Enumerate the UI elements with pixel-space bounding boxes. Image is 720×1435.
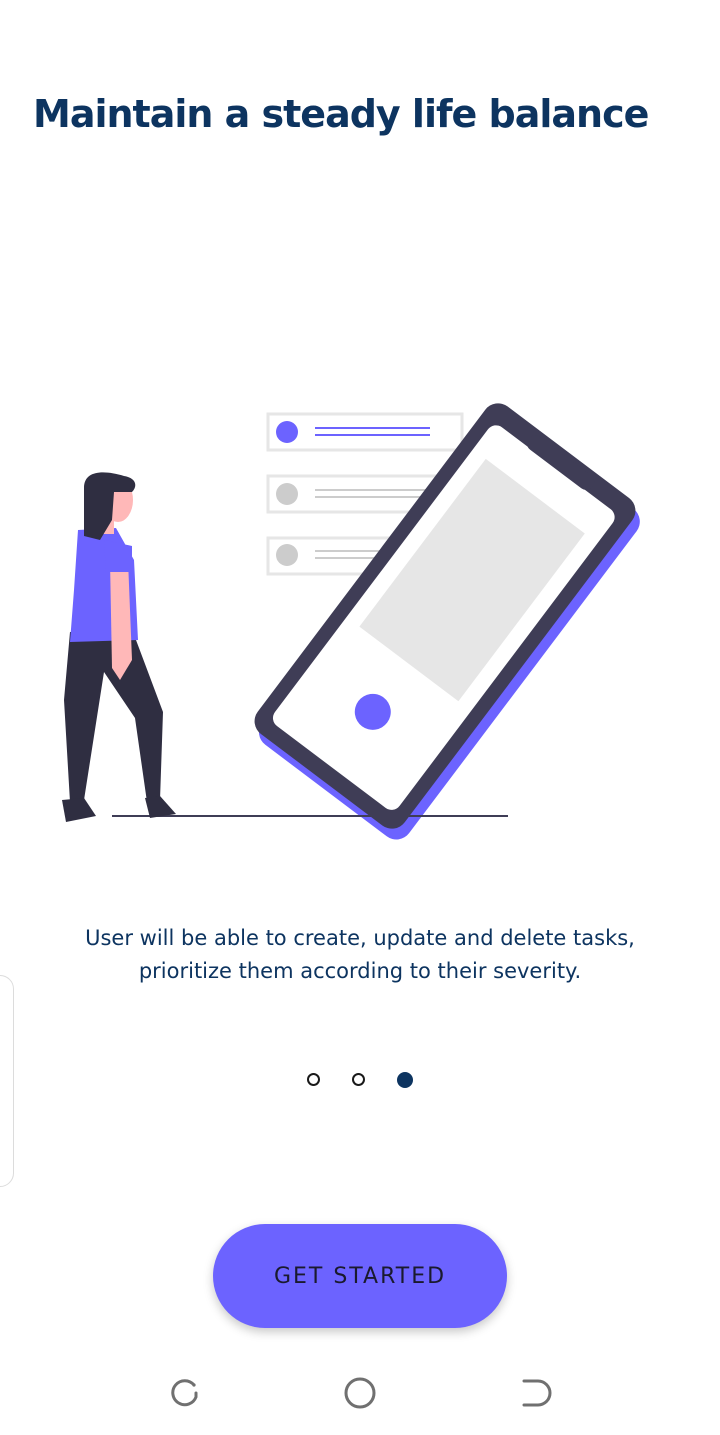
woman-figure	[62, 472, 176, 822]
edge-panel-handle[interactable]	[0, 975, 14, 1187]
recent-apps-icon[interactable]	[164, 1373, 204, 1413]
onboarding-description: User will be able to create, update and …	[85, 926, 635, 983]
task-illustration	[62, 403, 640, 840]
page-dot-3-active[interactable]	[397, 1072, 413, 1088]
page-dot-2[interactable]	[352, 1073, 365, 1086]
page-dot-1[interactable]	[307, 1073, 320, 1086]
onboarding-screen: Maintain a steady life balance User will…	[0, 0, 720, 1435]
get-started-button[interactable]: GET STARTED	[213, 1224, 507, 1328]
home-icon[interactable]	[340, 1373, 380, 1413]
back-icon[interactable]	[516, 1373, 556, 1413]
system-navigation-bar	[0, 1355, 720, 1435]
task-card-active	[266, 412, 464, 452]
phone-illustration	[254, 403, 640, 840]
page-title: Maintain a steady life balance	[33, 92, 649, 136]
page-indicator	[0, 1072, 720, 1088]
